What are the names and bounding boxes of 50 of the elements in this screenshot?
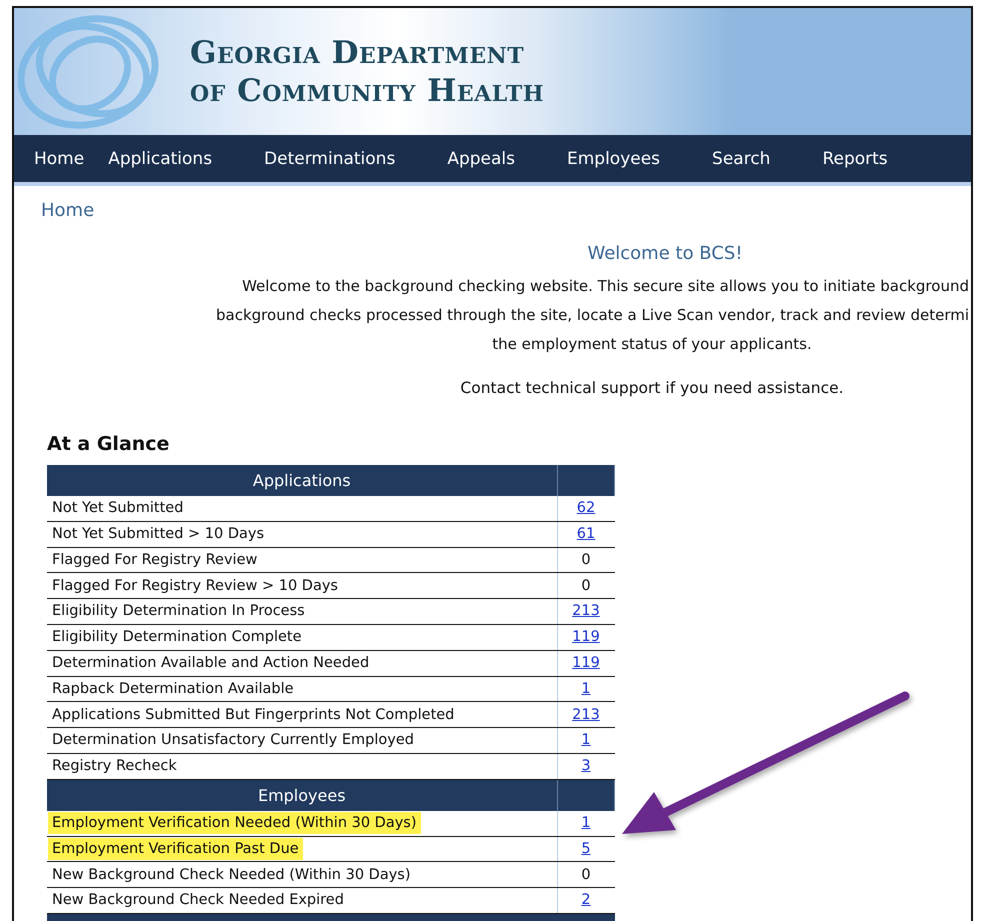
- table-header-blank: [557, 465, 614, 496]
- nav-link[interactable]: Reports: [810, 148, 900, 168]
- count-link[interactable]: 2: [581, 892, 591, 908]
- count-link[interactable]: 1: [581, 732, 591, 748]
- nav-link[interactable]: Search: [700, 148, 782, 168]
- count-text: 0: [581, 552, 591, 568]
- count-link[interactable]: 62: [576, 500, 596, 516]
- nav-link[interactable]: Determinations: [252, 148, 408, 168]
- row-label: Eligibility Determination Complete: [51, 628, 303, 648]
- count-text: 0: [581, 578, 591, 594]
- welcome-title: Welcome to BCS!: [586, 243, 744, 264]
- table-header: Employees: [47, 779, 557, 811]
- row-label: Flagged For Registry Review: [51, 550, 258, 570]
- count-link[interactable]: 119: [572, 629, 600, 646]
- row-label: Rapback Determination Available: [51, 680, 295, 699]
- welcome-text: background checks processed through the site, locate a Live Scan vendor, track and review determi: [215, 305, 970, 326]
- row-label: Determination Available and Action Needed: [51, 654, 370, 673]
- row-label: Applications Submitted But Fingerprints Not Completed: [51, 706, 456, 725]
- count-link[interactable]: 5: [581, 840, 591, 857]
- table-header-blank: [557, 779, 614, 811]
- count-link[interactable]: 119: [572, 654, 600, 671]
- contact-text: Contact technical support if you need assistance.: [459, 379, 845, 397]
- welcome-text: Welcome to the background checking website. This secure site allows you to initiate background: [241, 276, 970, 297]
- welcome-text: the employment status of your applicants.: [491, 334, 813, 355]
- row-label: New Background Check Needed (Within 30 Days): [51, 866, 412, 884]
- row-label: Not Yet Submitted > 10 Days: [51, 524, 266, 544]
- row-label: Determination Unsatisfactory Currently Employed: [51, 731, 415, 750]
- row-label: Registry Recheck: [51, 757, 178, 776]
- agency-title: of Community Health: [190, 72, 544, 110]
- row-label: Flagged For Registry Review > 10 Days: [51, 576, 339, 596]
- count-link[interactable]: 1: [581, 814, 591, 831]
- count-link[interactable]: 3: [581, 758, 591, 774]
- breadcrumb: Home: [40, 199, 96, 221]
- nav-link[interactable]: Home: [22, 148, 96, 168]
- nav-link[interactable]: Appeals: [435, 148, 527, 168]
- highlighted-label: Employment Verification Past Due: [48, 838, 303, 860]
- row-label: New Background Check Needed Expired: [51, 891, 345, 910]
- count-link[interactable]: 213: [572, 603, 600, 620]
- row-label: Not Yet Submitted: [51, 499, 184, 518]
- table-header: Applications: [47, 465, 557, 496]
- count-link[interactable]: 213: [572, 706, 600, 723]
- count-link[interactable]: 1: [581, 680, 591, 697]
- highlighted-label: Employment Verification Needed (Within 30 Days): [48, 812, 421, 834]
- section-title: At a Glance: [47, 433, 170, 455]
- count-text: 0: [581, 866, 591, 882]
- agency-title: Georgia Department: [190, 34, 526, 72]
- nav-link[interactable]: Employees: [554, 148, 672, 168]
- count-link[interactable]: 61: [576, 526, 596, 542]
- nav-link[interactable]: Applications: [96, 148, 224, 168]
- row-label: Eligibility Determination In Process: [51, 602, 306, 622]
